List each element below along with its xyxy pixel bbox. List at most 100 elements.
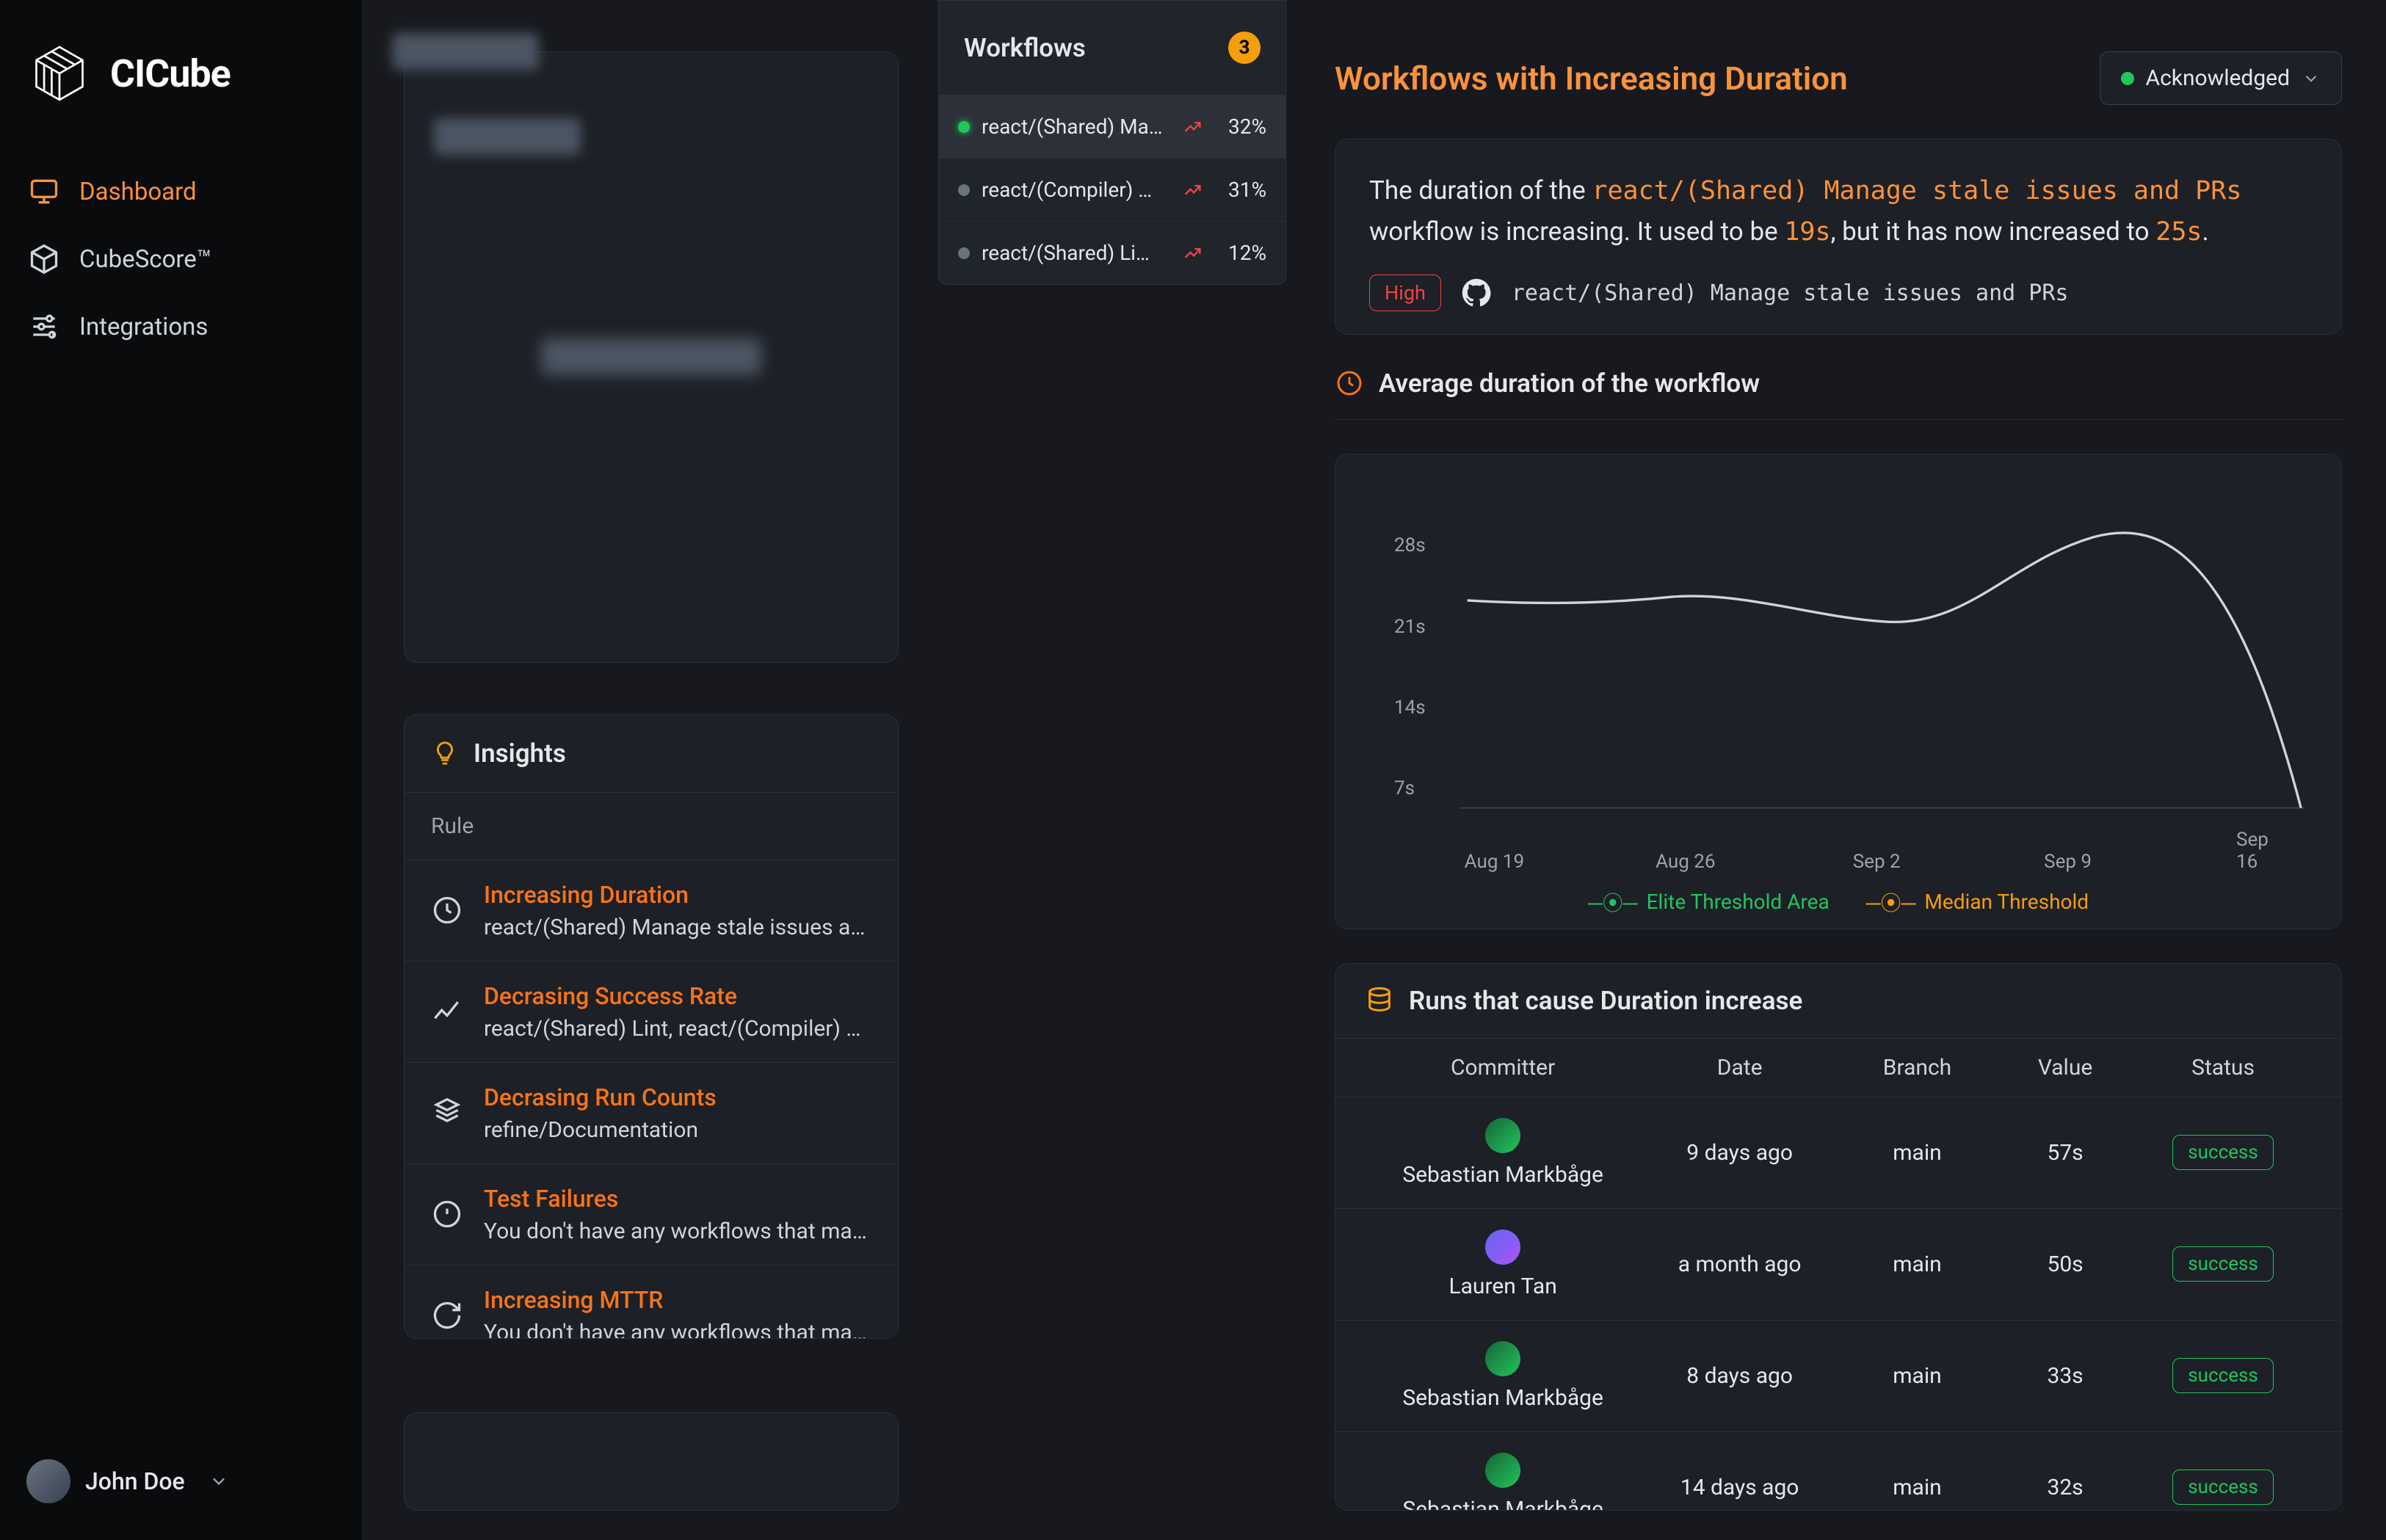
logo[interactable]: CICube: [0, 0, 362, 143]
branch-cell: main: [1838, 1252, 1996, 1277]
sidebar-item-dashboard[interactable]: Dashboard: [0, 158, 362, 225]
value-cell: 50s: [1996, 1252, 2134, 1277]
nav: Dashboard CubeScore™ Integrations: [0, 143, 362, 1430]
committer-name: Sebastian Markbåge: [1402, 1162, 1603, 1188]
insight-subtitle: You don't have any workflows that match …: [484, 1218, 871, 1244]
y-tick: 14s: [1394, 697, 1426, 719]
database-icon: [1365, 986, 1394, 1015]
insight-row[interactable]: Test Failures You don't have any workflo…: [405, 1164, 898, 1265]
insight-title: Decrasing Success Rate: [484, 982, 871, 1010]
insight-subtitle: refine/Documentation: [484, 1117, 871, 1143]
workflow-row[interactable]: react/(Shared) Ma… 32%: [939, 95, 1286, 158]
committer-cell: Lauren Tan: [1365, 1230, 1641, 1299]
insight-row[interactable]: Increasing Duration react/(Shared) Manag…: [405, 860, 898, 962]
workflow-row[interactable]: react/(Shared) Li… 12%: [939, 221, 1286, 284]
status-badge: success: [2172, 1470, 2274, 1505]
sidebar: CICube Dashboard CubeScore™ Integrations…: [0, 0, 363, 1540]
col-date: Date: [1641, 1055, 1838, 1080]
runs-row[interactable]: Sebastian Markbåge 8 days ago main 33s s…: [1335, 1321, 2341, 1432]
blurred-card: [404, 51, 899, 663]
committer-avatar: [1485, 1341, 1520, 1376]
insight-icon: [431, 1097, 463, 1129]
summary-card: The duration of the react/(Shared) Manag…: [1335, 139, 2342, 335]
insight-subtitle: You don't have any workflows that match …: [484, 1320, 871, 1339]
workflows-panel: Workflows 3 react/(Shared) Ma… 32% react…: [938, 0, 1286, 285]
insight-row[interactable]: Increasing MTTR You don't have any workf…: [405, 1265, 898, 1339]
rule-column-header: Rule: [405, 793, 898, 860]
insight-subtitle: react/(Shared) Lint, react/(Compiler) Pl…: [484, 1016, 871, 1042]
workflow-percent: 32%: [1215, 115, 1266, 139]
runs-row[interactable]: Lauren Tan a month ago main 50s success: [1335, 1209, 2341, 1321]
insight-row[interactable]: Decrasing Success Rate react/(Shared) Li…: [405, 962, 898, 1063]
box-icon: [28, 243, 60, 275]
blurred-card-bottom: [404, 1412, 899, 1511]
x-tick: Sep 16: [2236, 829, 2282, 873]
committer-avatar: [1485, 1118, 1520, 1153]
monitor-icon: [28, 175, 60, 208]
col-value: Value: [1996, 1055, 2134, 1080]
left-column: Insights Rule Increasing Duration react/…: [363, 0, 928, 1540]
insight-title: Test Failures: [484, 1185, 871, 1213]
chevron-down-icon: [2302, 69, 2321, 88]
legend-median[interactable]: ─⦿─ Median Threshold: [1866, 887, 2089, 917]
workflow-row[interactable]: react/(Compiler) … 31%: [939, 158, 1286, 221]
sidebar-item-cubescore[interactable]: CubeScore™: [0, 225, 362, 293]
github-icon[interactable]: [1462, 278, 1491, 308]
sidebar-item-integrations[interactable]: Integrations: [0, 293, 362, 360]
runs-row[interactable]: Sebastian Markbåge 14 days ago main 32s …: [1335, 1432, 2341, 1511]
runs-card: Runs that cause Duration increase Commit…: [1335, 963, 2342, 1511]
repo-name[interactable]: react/(Shared) Manage stale issues and P…: [1512, 280, 2069, 306]
status-dot-icon: [958, 184, 970, 196]
y-tick: 28s: [1394, 534, 1426, 556]
nav-label: Integrations: [79, 313, 208, 341]
trend-up-icon: [1183, 117, 1203, 137]
insight-title: Decrasing Run Counts: [484, 1083, 871, 1111]
col-committer: Committer: [1365, 1055, 1641, 1080]
user-name: John Doe: [85, 1467, 185, 1495]
user-menu[interactable]: John Doe: [0, 1430, 362, 1540]
committer-avatar: [1485, 1453, 1520, 1488]
workflow-name: react/(Compiler) …: [982, 178, 1171, 202]
line-chart-svg: [1460, 498, 2305, 822]
branch-cell: main: [1838, 1140, 1996, 1166]
nav-label: CubeScore™: [79, 245, 211, 274]
ack-label: Acknowledged: [2146, 65, 2291, 91]
cube-logo-icon: [26, 40, 93, 106]
brand-text: CICube: [110, 51, 231, 96]
status-dot-icon: [958, 247, 970, 259]
y-tick: 7s: [1394, 777, 1415, 799]
col-branch: Branch: [1838, 1055, 1996, 1080]
insight-title: Increasing Duration: [484, 881, 871, 909]
acknowledged-dropdown[interactable]: Acknowledged: [2100, 51, 2343, 105]
insights-title: Insights: [474, 738, 566, 769]
trend-up-icon: [1183, 243, 1203, 264]
col-status: Status: [2134, 1055, 2312, 1080]
workflow-name: react/(Shared) Ma…: [982, 115, 1171, 139]
workflow-name: react/(Shared) Li…: [982, 241, 1171, 265]
chart-legend: ─⦿─ Elite Threshold Area ─⦿─ Median Thre…: [1372, 887, 2305, 917]
branch-cell: main: [1838, 1475, 1996, 1500]
legend-elite[interactable]: ─⦿─ Elite Threshold Area: [1588, 887, 1830, 917]
date-cell: 14 days ago: [1641, 1475, 1838, 1500]
insight-row[interactable]: Decrasing Run Counts refine/Documentatio…: [405, 1063, 898, 1164]
status-badge: success: [2172, 1135, 2274, 1170]
lightbulb-icon: [431, 739, 459, 767]
trend-up-icon: [1183, 180, 1203, 200]
committer-cell: Sebastian Markbåge: [1365, 1341, 1641, 1411]
date-cell: 9 days ago: [1641, 1140, 1838, 1166]
branch-cell: main: [1838, 1363, 1996, 1389]
user-avatar: [26, 1459, 70, 1503]
committer-cell: Sebastian Markbåge: [1365, 1453, 1641, 1511]
x-tick: Aug 19: [1465, 851, 1524, 873]
detail-panel: Workflows with Increasing Duration Ackno…: [1288, 0, 2386, 1540]
insight-icon: [431, 1198, 463, 1230]
committer-cell: Sebastian Markbåge: [1365, 1118, 1641, 1188]
value-cell: 32s: [1996, 1475, 2134, 1500]
runs-table-header: Committer Date Branch Value Status: [1335, 1039, 2341, 1097]
runs-row[interactable]: Sebastian Markbåge 9 days ago main 57s s…: [1335, 1097, 2341, 1209]
workflow-percent: 12%: [1215, 241, 1266, 265]
committer-name: Lauren Tan: [1448, 1274, 1556, 1299]
value-cell: 57s: [1996, 1140, 2134, 1166]
insight-subtitle: react/(Shared) Manage stale issues and P…: [484, 915, 871, 940]
workflows-count-badge: 3: [1228, 32, 1261, 64]
